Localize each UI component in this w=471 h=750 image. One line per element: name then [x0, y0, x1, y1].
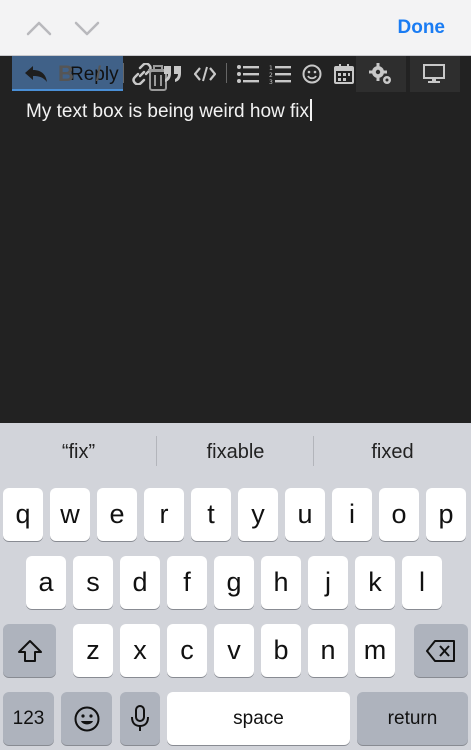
text-caret	[310, 99, 313, 121]
key-d[interactable]: d	[120, 556, 160, 609]
done-button[interactable]: Done	[398, 17, 446, 39]
key-t[interactable]: t	[191, 488, 231, 541]
emoji-key[interactable]	[61, 692, 112, 745]
key-i[interactable]: i	[332, 488, 372, 541]
backspace-icon	[426, 639, 455, 662]
key-c[interactable]: c	[167, 624, 207, 677]
key-a[interactable]: a	[26, 556, 66, 609]
key-z[interactable]: z	[73, 624, 113, 677]
key-k[interactable]: k	[355, 556, 395, 609]
key-e[interactable]: e	[97, 488, 137, 541]
shift-key[interactable]	[3, 624, 56, 677]
quote-icon[interactable]	[162, 60, 184, 88]
key-s[interactable]: s	[73, 556, 113, 609]
ios-keyboard: “fix” fixable fixed q w e r t y u i o p …	[0, 423, 471, 750]
key-x[interactable]: x	[120, 624, 160, 677]
code-icon[interactable]	[193, 60, 217, 88]
key-w[interactable]: w	[50, 488, 90, 541]
calendar-icon[interactable]	[332, 60, 356, 88]
key-u[interactable]: u	[285, 488, 325, 541]
dictation-key[interactable]	[120, 692, 160, 745]
toolbar-divider	[123, 63, 124, 83]
suggestion-2[interactable]: fixable	[157, 441, 314, 464]
numbered-list-icon[interactable]: 123	[268, 60, 292, 88]
suggestion-bar: “fix” fixable fixed	[0, 423, 471, 481]
editor-toolbar: Reply B I 123	[0, 56, 471, 92]
key-f[interactable]: f	[167, 556, 207, 609]
return-key[interactable]: return	[357, 692, 468, 745]
svg-text:3: 3	[269, 79, 273, 84]
numbers-key[interactable]: 123	[3, 692, 54, 745]
toolbar-divider	[226, 63, 227, 83]
suggestion-1[interactable]: “fix”	[0, 441, 157, 464]
chevron-up-icon[interactable]	[24, 14, 54, 42]
settings-button[interactable]	[356, 56, 406, 92]
key-g[interactable]: g	[214, 556, 254, 609]
settings-icon	[366, 60, 394, 88]
delete-key[interactable]	[414, 624, 468, 677]
shift-icon	[17, 639, 42, 662]
key-b[interactable]: b	[261, 624, 301, 677]
key-l[interactable]: l	[402, 556, 442, 609]
key-q[interactable]: q	[3, 488, 43, 541]
key-y[interactable]: y	[238, 488, 278, 541]
key-j[interactable]: j	[308, 556, 348, 609]
chevron-down-icon[interactable]	[72, 14, 102, 42]
emoji-face-icon	[74, 706, 99, 731]
form-accessory-bar: Done	[0, 0, 471, 56]
microphone-icon	[131, 704, 149, 731]
key-n[interactable]: n	[308, 624, 348, 677]
editor-content[interactable]: My text box is being weird how fix	[26, 99, 313, 123]
emoji-icon[interactable]	[300, 60, 324, 88]
key-m[interactable]: m	[355, 624, 395, 677]
italic-icon[interactable]: I	[88, 60, 108, 88]
svg-text:2: 2	[269, 72, 273, 79]
key-v[interactable]: v	[214, 624, 254, 677]
key-p[interactable]: p	[426, 488, 466, 541]
suggestion-3[interactable]: fixed	[314, 441, 471, 464]
key-h[interactable]: h	[261, 556, 301, 609]
svg-text:1: 1	[269, 65, 273, 72]
space-key[interactable]: space	[167, 692, 350, 745]
text-editor[interactable]: Reply B I 123 My text box is being weird…	[0, 56, 471, 423]
reply-arrow-icon	[22, 60, 50, 88]
editor-text-value: My text box is being weird how fix	[26, 101, 310, 122]
desktop-icon	[422, 60, 446, 88]
bullet-list-icon[interactable]	[236, 60, 260, 88]
key-o[interactable]: o	[379, 488, 419, 541]
bold-icon[interactable]: B	[56, 60, 76, 88]
preview-button[interactable]	[410, 56, 460, 92]
key-r[interactable]: r	[144, 488, 184, 541]
